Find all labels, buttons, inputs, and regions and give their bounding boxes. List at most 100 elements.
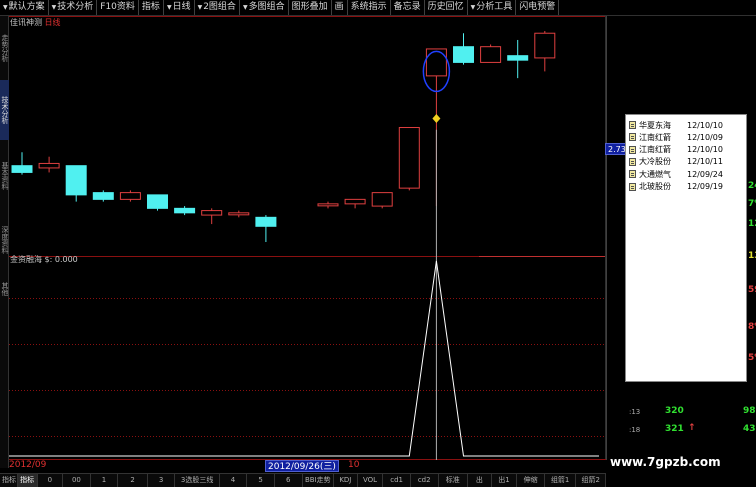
stock-date: 12/10/10 — [687, 145, 723, 155]
document-icon — [629, 121, 636, 129]
side-tab[interactable]: 走势分析 — [0, 20, 9, 76]
quote-value: 8% — [748, 322, 756, 332]
chevron-down-icon: ▼ — [51, 4, 57, 11]
menu-item-label: 分析工具 — [476, 2, 513, 12]
stock-date: 12/09/24 — [687, 169, 723, 179]
candle-body — [371, 192, 393, 207]
bottom-tab[interactable]: 5 — [247, 474, 275, 487]
chevron-down-icon: ▼ — [197, 4, 203, 11]
menu-item[interactable]: 指标 — [139, 0, 164, 15]
chart-area[interactable]: 佳讯神测 日线 金资融海 $: 0.000 — [9, 16, 606, 460]
menu-item-label: 2图组合 — [203, 2, 236, 12]
side-tab[interactable]: 深度资料 — [0, 211, 9, 269]
bottom-tab[interactable]: BBI走势 — [303, 474, 335, 487]
stock-title: 佳讯神测 日线 — [10, 17, 61, 28]
quote-value: 5% — [748, 353, 756, 363]
menu-item-label: 闪电预警 — [519, 2, 556, 12]
menu-item[interactable]: F10资料 — [97, 0, 139, 15]
candle-body — [480, 46, 502, 63]
watermark: www.7gpzb.com — [610, 455, 721, 469]
stock-name: 江南红箭 — [639, 132, 671, 142]
list-item[interactable]: 江南红箭 12/10/09 — [629, 131, 744, 143]
bottom-tab[interactable]: 3选股三线 — [175, 474, 220, 487]
stock-list-popup[interactable]: 华夏东海 12/10/10 江南红箭 12/10/09 江南红箭 12/10/10 大冷股份… — [625, 114, 747, 382]
document-icon — [629, 157, 636, 166]
candle-body — [344, 198, 366, 205]
bottom-tab[interactable]: 组箭2 — [576, 474, 606, 487]
list-item[interactable]: 大冷股份 12/10/11 — [629, 156, 744, 168]
menu-item-label: 历史回忆 — [427, 2, 464, 12]
menu-item-label: 日线 — [172, 2, 191, 12]
stock-name: 大通燃气 — [639, 169, 671, 179]
bottom-tab[interactable]: 6 — [275, 474, 303, 487]
menu-item[interactable]: 系统指示 — [348, 0, 391, 15]
side-tab[interactable]: 基本资料 — [0, 146, 9, 206]
document-icon — [629, 170, 636, 179]
bottom-tab-bar: 指标 指标 0 00 1 2 3 3选股三线 4 5 6 BBI走势 KDJ VOL cd1 cd2 标准出出1… — [0, 473, 606, 487]
date-right: 10 — [348, 460, 360, 470]
row-tail: 43 — [743, 424, 756, 434]
stock-name: 佳讯神测 — [10, 18, 42, 27]
stock-date: 12/10/09 — [687, 132, 723, 142]
menu-item[interactable]: 备忘录 — [391, 0, 425, 15]
bottom-tab[interactable]: 4 — [220, 474, 248, 487]
candle-body — [255, 216, 277, 227]
quote-value: 24 — [748, 181, 756, 191]
candlestick-chart[interactable] — [9, 16, 606, 460]
menu-item[interactable]: ▼ 默认方案 — [0, 0, 49, 15]
bottom-tab[interactable]: cd1 — [383, 474, 411, 487]
list-item[interactable]: 大通燃气 12/09/24 — [629, 168, 744, 180]
stock-date: 12/10/11 — [687, 157, 723, 167]
bottom-tab[interactable]: 00 — [63, 474, 91, 487]
indicator-line — [9, 260, 599, 457]
quote-value: 59 — [748, 285, 756, 295]
side-tab-bar: 走势分析技术分析基本资料深度资料其他 — [0, 16, 9, 468]
marker-diamond — [432, 114, 441, 124]
bottom-tab[interactable]: 标准 — [439, 474, 469, 487]
chevron-down-icon: ▼ — [242, 4, 248, 11]
menu-item[interactable]: 闪电预警 — [516, 0, 560, 15]
menu-item-label: 技术分析 — [57, 2, 94, 12]
bottom-tab[interactable]: 指标 — [17, 474, 38, 487]
list-item[interactable]: 华夏东海 12/10/10 — [629, 119, 744, 131]
bottom-tab[interactable]: 出 — [468, 474, 492, 487]
menu-item[interactable]: 历史回忆 — [425, 0, 468, 15]
candle-body — [317, 203, 339, 207]
bottom-tab[interactable]: 出1 — [492, 474, 518, 487]
menu-item[interactable]: 画 — [332, 0, 348, 15]
menu-item-label: 指标 — [141, 2, 160, 12]
stock-name: 大冷股份 — [639, 157, 671, 167]
bottom-tab[interactable]: KDJ — [334, 474, 358, 487]
candle-body — [147, 194, 168, 209]
period-label: 日线 — [44, 18, 61, 27]
menu-item[interactable]: 图形叠加 — [289, 0, 332, 15]
bottom-tab[interactable]: cd2 — [411, 474, 439, 487]
side-tab[interactable]: 技术分析 — [0, 80, 9, 140]
candle-body — [92, 192, 114, 200]
candle-body — [119, 192, 141, 200]
quote-value: 13 — [748, 251, 756, 261]
bottom-tab[interactable]: 组箭1 — [545, 474, 577, 487]
bottom-tab[interactable]: 0 — [38, 474, 64, 487]
bottom-tab[interactable]: 1 — [91, 474, 119, 487]
candle-body — [174, 207, 196, 214]
menu-item[interactable]: ▼ 分析工具 — [468, 0, 517, 15]
side-tab[interactable]: 其他 — [0, 274, 9, 304]
indicator-label: 金资融海 $: 0.000 — [10, 255, 78, 264]
menu-item[interactable]: ▼ 2图组合 — [195, 0, 240, 15]
list-item[interactable]: 北玻股份 12/09/19 — [629, 181, 744, 193]
bottom-tab[interactable]: 指标 — [0, 474, 18, 487]
bottom-tab[interactable]: VOL — [358, 474, 384, 487]
candle-body — [228, 212, 250, 216]
list-item[interactable]: 江南红箭 12/10/10 — [629, 144, 744, 156]
row-label: :13 — [629, 408, 641, 416]
document-icon — [629, 182, 636, 191]
bottom-tab[interactable]: 3 — [148, 474, 176, 487]
stock-name: 华夏东海 — [639, 120, 671, 130]
menu-item[interactable]: ▼ 日线 — [164, 0, 195, 15]
stock-name: 北玻股份 — [639, 182, 671, 191]
bottom-tab[interactable]: 2 — [118, 474, 148, 487]
menu-item[interactable]: ▼ 多图组合 — [240, 0, 289, 15]
menu-item[interactable]: ▼ 技术分析 — [49, 0, 98, 15]
bottom-tab[interactable]: 伸缩 — [517, 474, 545, 487]
